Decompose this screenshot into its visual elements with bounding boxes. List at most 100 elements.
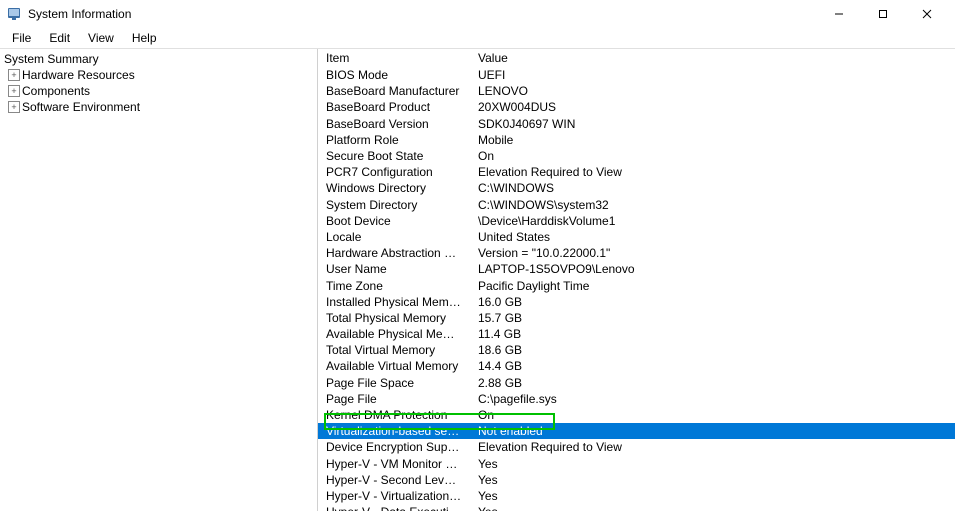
cell-item: BIOS Mode	[318, 67, 470, 83]
cell-item: Hyper-V - VM Monitor Mode Ex...	[318, 456, 470, 472]
titlebar[interactable]: System Information	[0, 0, 955, 28]
cell-value: United States	[470, 229, 955, 245]
cell-item: Time Zone	[318, 277, 470, 293]
menu-file[interactable]: File	[4, 29, 39, 47]
cell-value: Yes	[470, 504, 955, 511]
cell-item: Installed Physical Memory (RAM)	[318, 294, 470, 310]
splitter[interactable]	[313, 49, 317, 511]
cell-item: Hyper-V - Virtualization Enable...	[318, 488, 470, 504]
cell-item: Available Virtual Memory	[318, 358, 470, 374]
cell-item: BaseBoard Product	[318, 99, 470, 115]
cell-value: C:\pagefile.sys	[470, 391, 955, 407]
menu-edit[interactable]: Edit	[41, 29, 78, 47]
table-row[interactable]: Available Virtual Memory14.4 GB	[318, 358, 955, 374]
menubar: File Edit View Help	[0, 28, 955, 48]
cell-item: Hyper-V - Second Level Address...	[318, 472, 470, 488]
cell-value: 15.7 GB	[470, 310, 955, 326]
table-row[interactable]: Hyper-V - Virtualization Enable...Yes	[318, 488, 955, 504]
cell-value: LENOVO	[470, 83, 955, 99]
table-row[interactable]: Installed Physical Memory (RAM)16.0 GB	[318, 294, 955, 310]
cell-item: Secure Boot State	[318, 148, 470, 164]
menu-view[interactable]: View	[80, 29, 122, 47]
table-row[interactable]: Available Physical Memory11.4 GB	[318, 326, 955, 342]
cell-value: Yes	[470, 472, 955, 488]
cell-value: Yes	[470, 488, 955, 504]
cell-value: Version = "10.0.22000.1"	[470, 245, 955, 261]
expand-icon[interactable]: +	[8, 101, 20, 113]
cell-value: Yes	[470, 456, 955, 472]
cell-value: 2.88 GB	[470, 375, 955, 391]
table-row[interactable]: Virtualization-based securityNot enabled	[318, 423, 955, 439]
table-row[interactable]: System DirectoryC:\WINDOWS\system32	[318, 197, 955, 213]
menu-help[interactable]: Help	[124, 29, 165, 47]
cell-item: Hyper-V - Data Execution Prote...	[318, 504, 470, 511]
cell-item: Total Physical Memory	[318, 310, 470, 326]
tree-item-software-environment[interactable]: + Software Environment	[0, 99, 317, 115]
table-header-row[interactable]: Item Value	[318, 49, 955, 67]
cell-item: Platform Role	[318, 132, 470, 148]
header-value[interactable]: Value	[470, 49, 955, 67]
cell-value: 16.0 GB	[470, 294, 955, 310]
table-row[interactable]: Page FileC:\pagefile.sys	[318, 391, 955, 407]
table-row[interactable]: Platform RoleMobile	[318, 132, 955, 148]
table-row[interactable]: Hyper-V - VM Monitor Mode Ex...Yes	[318, 456, 955, 472]
expand-icon[interactable]: +	[8, 69, 20, 81]
table-row[interactable]: Total Physical Memory15.7 GB	[318, 310, 955, 326]
cell-value: LAPTOP-1S5OVPO9\Lenovo	[470, 261, 955, 277]
tree-root-label: System Summary	[4, 52, 99, 66]
table-row[interactable]: BIOS ModeUEFI	[318, 67, 955, 83]
cell-value: 14.4 GB	[470, 358, 955, 374]
cell-value: C:\WINDOWS\system32	[470, 197, 955, 213]
expand-icon[interactable]: +	[8, 85, 20, 97]
table-row[interactable]: Total Virtual Memory18.6 GB	[318, 342, 955, 358]
table-row[interactable]: Device Encryption SupportElevation Requi…	[318, 439, 955, 455]
tree-item-components[interactable]: + Components	[0, 83, 317, 99]
table-row[interactable]: BaseBoard Product20XW004DUS	[318, 99, 955, 115]
table-row[interactable]: Hardware Abstraction LayerVersion = "10.…	[318, 245, 955, 261]
table-row[interactable]: Page File Space2.88 GB	[318, 375, 955, 391]
table-row[interactable]: Kernel DMA ProtectionOn	[318, 407, 955, 423]
tree-item-label: Software Environment	[22, 100, 140, 114]
tree-item-label: Hardware Resources	[22, 68, 135, 82]
cell-item: Locale	[318, 229, 470, 245]
cell-item: Page File	[318, 391, 470, 407]
tree-root[interactable]: System Summary	[0, 51, 317, 67]
cell-value: 18.6 GB	[470, 342, 955, 358]
cell-value: Elevation Required to View	[470, 439, 955, 455]
minimize-button[interactable]	[817, 0, 861, 28]
table-row[interactable]: Time ZonePacific Daylight Time	[318, 277, 955, 293]
header-item[interactable]: Item	[318, 49, 470, 67]
cell-item: Device Encryption Support	[318, 439, 470, 455]
content: System Summary + Hardware Resources + Co…	[0, 48, 955, 511]
cell-item: Hardware Abstraction Layer	[318, 245, 470, 261]
cell-value: On	[470, 148, 955, 164]
table-row[interactable]: Windows DirectoryC:\WINDOWS	[318, 180, 955, 196]
cell-item: User Name	[318, 261, 470, 277]
maximize-button[interactable]	[861, 0, 905, 28]
table-row[interactable]: User NameLAPTOP-1S5OVPO9\Lenovo	[318, 261, 955, 277]
table-row[interactable]: PCR7 ConfigurationElevation Required to …	[318, 164, 955, 180]
cell-value: UEFI	[470, 67, 955, 83]
table-row[interactable]: Boot Device\Device\HarddiskVolume1	[318, 213, 955, 229]
details-panel[interactable]: Item Value BIOS ModeUEFIBaseBoard Manufa…	[318, 49, 955, 511]
cell-value: Mobile	[470, 132, 955, 148]
cell-item: PCR7 Configuration	[318, 164, 470, 180]
tree-item-hardware-resources[interactable]: + Hardware Resources	[0, 67, 317, 83]
cell-item: Total Virtual Memory	[318, 342, 470, 358]
table-row[interactable]: LocaleUnited States	[318, 229, 955, 245]
tree-panel[interactable]: System Summary + Hardware Resources + Co…	[0, 49, 318, 511]
table-row[interactable]: BaseBoard VersionSDK0J40697 WIN	[318, 116, 955, 132]
cell-value: 11.4 GB	[470, 326, 955, 342]
window-title: System Information	[28, 7, 131, 21]
cell-value: On	[470, 407, 955, 423]
cell-item: System Directory	[318, 197, 470, 213]
tree-item-label: Components	[22, 84, 90, 98]
table-row[interactable]: Hyper-V - Data Execution Prote...Yes	[318, 504, 955, 511]
table-row[interactable]: Secure Boot StateOn	[318, 148, 955, 164]
table-row[interactable]: Hyper-V - Second Level Address...Yes	[318, 472, 955, 488]
cell-item: Available Physical Memory	[318, 326, 470, 342]
table-row[interactable]: BaseBoard ManufacturerLENOVO	[318, 83, 955, 99]
cell-item: BaseBoard Manufacturer	[318, 83, 470, 99]
cell-value: Pacific Daylight Time	[470, 277, 955, 293]
close-button[interactable]	[905, 0, 949, 28]
